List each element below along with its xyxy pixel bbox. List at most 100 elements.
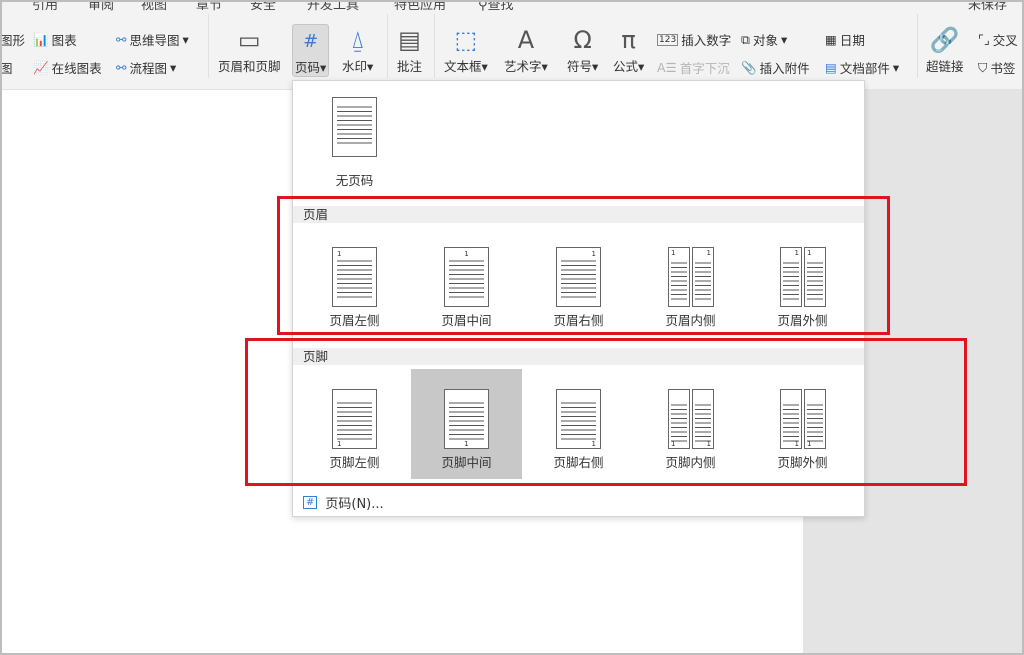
svg-text:1: 1 [337,440,341,448]
hyperlink-button[interactable]: 🔗 超链接 [926,24,964,75]
link-icon: 🔗 [929,26,960,54]
footer-option-bo[interactable]: 1 1 页脚外侧 [747,369,858,479]
watermark-button[interactable]: ⍙ 水印▾ [342,24,373,75]
chart-button[interactable]: 📊 图表 [33,30,77,49]
divider [208,14,209,78]
header-option-tc[interactable]: 1 页眉中间 [411,227,522,337]
svg-text:1: 1 [794,440,798,448]
svg-text:1: 1 [671,249,675,257]
page-layout-thumbnail-icon: 1 [555,237,602,311]
header-footer-button[interactable]: ▭ 页眉和页脚 [218,24,281,75]
tab-special[interactable]: 特色应用 [394,0,446,13]
page-layout-thumbnail-icon: 1 [331,237,378,311]
tab-chapter[interactable]: 章节 [196,0,222,13]
comment-button[interactable]: ▤ 批注 [397,24,422,75]
crossref-icon: ⌜⌟ [978,32,990,47]
dropdown-arrow-icon: ▾ [592,59,599,74]
option-label: 页脚左侧 [329,455,380,470]
header-option-ti[interactable]: 1 1 页眉内侧 [635,227,746,337]
wordart-button[interactable]: A 艺术字▾ [504,24,548,75]
svg-text:1: 1 [464,250,468,258]
cross-reference-button[interactable]: ⌜⌟ 交叉 [978,30,1018,49]
comment-icon: ▤ [398,26,421,54]
symbol-button[interactable]: Ω 符号▾ [567,24,598,75]
mindmap-button[interactable]: ⚯ 思维导图 ▾ [116,30,189,49]
page-layout-thumbnail-icon: 11 [779,237,826,311]
header-section-title: 页眉 [293,206,864,223]
footer-option-bc[interactable]: 1 页脚中间 [411,369,522,479]
footer-option-bl[interactable]: 1 页脚左侧 [299,369,410,479]
page-thumbnail-icon [331,97,377,157]
svg-text:1: 1 [794,249,798,257]
insert-attachment-button[interactable]: 📎 插入附件 [741,58,810,77]
page-number-icon: # [303,496,318,509]
ribbon-toolbar: 引用 审阅 视图 章节 安全 开发工具 特色应用 ⚲查找 未保存 图形 📊 图表 … [0,0,1024,90]
flowchart-icon: ⚯ [116,60,127,75]
calendar-icon: ▦ [825,32,837,47]
object-icon: ⧉ [741,31,750,47]
paperclip-icon: 📎 [741,59,757,75]
svg-text:1: 1 [706,249,710,257]
svg-text:1: 1 [591,250,595,258]
online-chart-button[interactable]: 📈 在线图表 [33,58,102,77]
header-option-tl[interactable]: 1 页眉左侧 [299,227,410,337]
docpart-icon: ▤ [825,60,837,75]
dropcap-icon: A☰ [657,60,677,75]
option-label: 页眉外侧 [777,313,828,328]
shape-button[interactable]: 图形 [0,30,25,49]
divider [387,14,388,78]
dropdown-arrow-icon: ▾ [320,60,327,75]
tab-references[interactable]: 引用 [32,0,58,13]
option-label: 页眉中间 [441,313,492,328]
header-footer-icon: ▭ [237,26,261,54]
dropdown-arrow-icon: ▾ [481,59,488,74]
svg-text:1: 1 [464,440,468,448]
textbox-button[interactable]: ⬚ 文本框▾ [444,24,488,75]
tab-security[interactable]: 安全 [250,0,276,13]
svg-text:1: 1 [807,440,811,448]
doc-part-button[interactable]: ▤ 文档部件 ▾ [825,58,899,77]
dropdown-arrow-icon: ▾ [638,59,645,74]
page-number-button[interactable]: # 页码▾ [292,24,330,77]
object-button[interactable]: ⧉ 对象 ▾ [741,30,787,49]
page-layout-thumbnail-icon: 1 [443,237,490,311]
option-label: 页眉内侧 [665,313,716,328]
no-page-number-option[interactable]: 无页码 [299,87,410,197]
date-button[interactable]: ▦ 日期 [825,30,865,49]
option-label: 页眉左侧 [329,313,380,328]
svg-text:1: 1 [807,249,811,257]
formula-button[interactable]: π 公式▾ [613,24,644,75]
bookmark-icon: ⛉ [978,59,988,75]
footer-section-title: 页脚 [293,348,864,365]
dropdown-arrow-icon: ▾ [367,59,374,74]
page-number-settings-option[interactable]: # 页码(N)... [303,493,384,512]
page-layout-thumbnail-icon: 11 [779,379,826,453]
tab-developer[interactable]: 开发工具 [307,0,359,13]
search-icon: ⚲ [478,0,488,13]
image-button[interactable]: 图 [0,58,13,77]
page-layout-thumbnail-icon: 1 [555,379,602,453]
svg-text:1: 1 [337,250,341,258]
page-layout-thumbnail-icon: 1 [331,379,378,453]
tab-view[interactable]: 视图 [141,0,167,13]
dropdown-arrow-icon: ▾ [170,60,177,75]
footer-option-br[interactable]: 1 页脚右侧 [523,369,634,479]
insert-number-button[interactable]: 123 插入数字 [657,30,731,49]
pi-icon: π [621,26,636,54]
dropdown-arrow-icon: ▾ [182,32,189,47]
bookmark-button[interactable]: ⛉ 书签 [978,58,1015,77]
tab-search[interactable]: ⚲查找 [478,0,514,13]
flowchart-button[interactable]: ⚯ 流程图 ▾ [116,58,176,77]
header-option-to[interactable]: 1 1 页眉外侧 [747,227,858,337]
header-option-tr[interactable]: 1 页眉右侧 [523,227,634,337]
page-number-icon: # [303,30,319,52]
option-label: 页脚中间 [441,455,492,470]
chart-icon: 📊 [33,31,49,47]
dropcap-button[interactable]: A☰ 首字下沉 [657,58,730,77]
option-label: 页脚外侧 [777,455,828,470]
footer-option-bi[interactable]: 1 1 页脚内侧 [635,369,746,479]
page-layout-thumbnail-icon: 11 [667,237,714,311]
svg-text:1: 1 [591,440,595,448]
tab-review[interactable]: 审阅 [88,0,114,13]
watermark-icon: ⍙ [350,26,365,54]
